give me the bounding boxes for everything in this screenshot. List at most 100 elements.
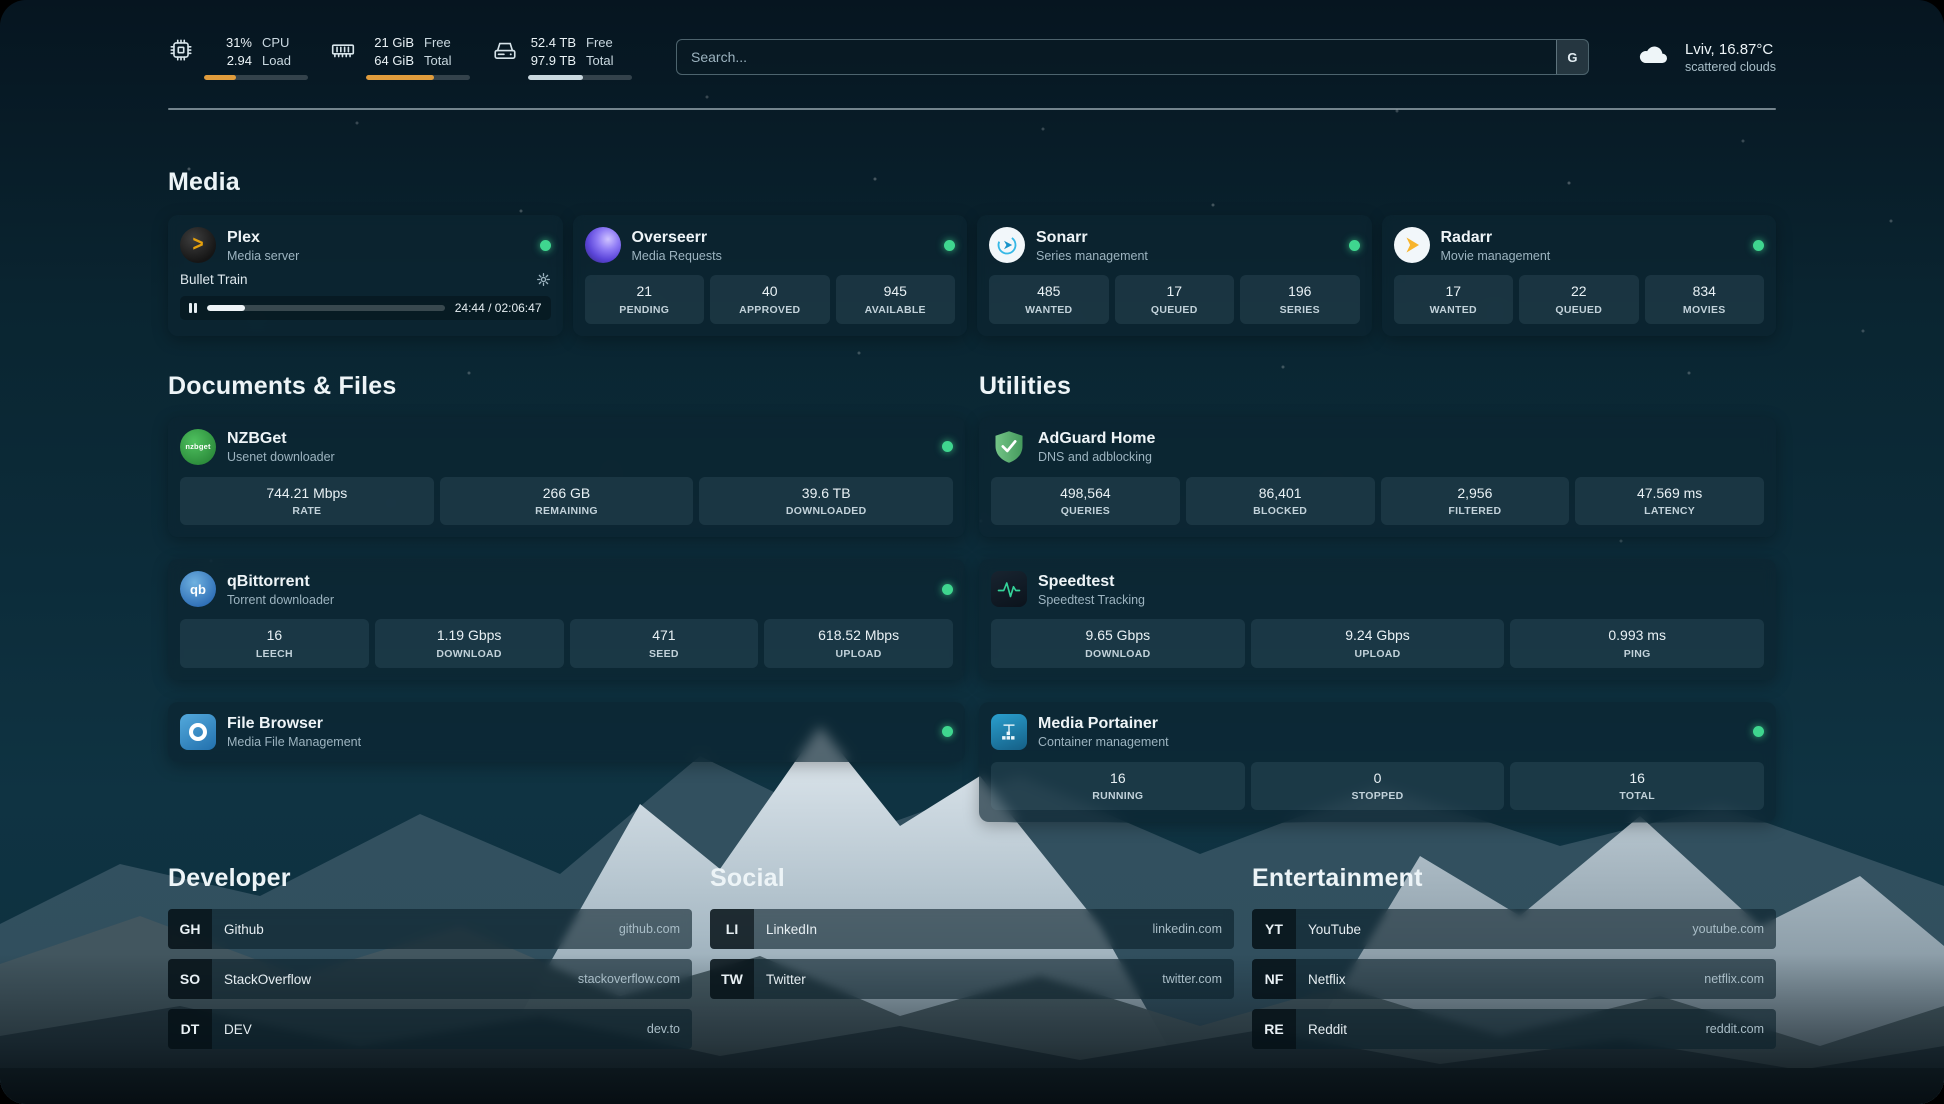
status-dot <box>1753 240 1764 251</box>
stat-tile: 16 LEECH <box>180 619 369 668</box>
stat-value: 498,564 <box>995 485 1176 503</box>
qbittorrent-icon: qb <box>180 571 216 607</box>
ram-total-label: Total <box>424 52 451 70</box>
card-adguard[interactable]: AdGuard Home DNS and adblocking 498,564 … <box>979 417 1776 538</box>
stat-label: SEED <box>574 648 755 660</box>
bookmark-reddit[interactable]: RE Reddit reddit.com <box>1252 1009 1776 1049</box>
stat-label: QUEUED <box>1119 304 1231 316</box>
dev-icon: DT <box>168 1009 212 1049</box>
stat-value: 9.65 Gbps <box>995 627 1241 645</box>
card-qbittorrent[interactable]: qb qBittorrent Torrent downloader 16 LEE… <box>168 559 965 680</box>
weather-condition: scattered clouds <box>1685 60 1776 74</box>
stat-label: QUEUED <box>1523 304 1635 316</box>
service-title: Sonarr <box>1036 228 1148 247</box>
netflix-icon: NF <box>1252 959 1296 999</box>
bookmark-url: twitter.com <box>1162 972 1222 986</box>
bookmark-twitter[interactable]: TW Twitter twitter.com <box>710 959 1234 999</box>
bookmark-dev[interactable]: DT DEV dev.to <box>168 1009 692 1049</box>
stat-label: SERIES <box>1244 304 1356 316</box>
bookmark-group-entertainment: Entertainment YT YouTube youtube.com NF … <box>1252 864 1776 1059</box>
bookmark-linkedin[interactable]: LI LinkedIn linkedin.com <box>710 909 1234 949</box>
stat-label: APPROVED <box>714 304 826 316</box>
developer-section-title: Developer <box>168 864 692 893</box>
ram-icon <box>330 37 356 68</box>
stat-value: 22 <box>1523 283 1635 301</box>
pause-icon[interactable] <box>189 303 197 313</box>
service-subtitle: Usenet downloader <box>227 450 335 464</box>
card-speedtest[interactable]: Speedtest Speedtest Tracking 9.65 Gbps D… <box>979 559 1776 680</box>
reddit-icon: RE <box>1252 1009 1296 1049</box>
stat-value: 2,956 <box>1385 485 1566 503</box>
stat-tile: 40 APPROVED <box>710 275 830 324</box>
speedtest-icon <box>991 571 1027 607</box>
stat-tile: 266 GB REMAINING <box>440 477 694 526</box>
stat-label: DOWNLOADED <box>703 505 949 517</box>
playback-time: 24:44 / 02:06:47 <box>455 301 542 315</box>
cpu-label: CPU <box>262 34 291 52</box>
service-subtitle: Container management <box>1038 735 1169 749</box>
gear-icon[interactable] <box>536 272 551 287</box>
social-section-title: Social <box>710 864 1234 893</box>
service-subtitle: Media server <box>227 249 299 263</box>
service-title: Radarr <box>1441 228 1551 247</box>
stat-label: MOVIES <box>1649 304 1761 316</box>
bookmark-netflix[interactable]: NF Netflix netflix.com <box>1252 959 1776 999</box>
card-sonarr[interactable]: Sonarr Series management 485 WANTED 17 Q… <box>977 215 1372 336</box>
bookmark-url: reddit.com <box>1706 1022 1764 1036</box>
stat-label: DOWNLOAD <box>995 648 1241 660</box>
portainer-icon <box>991 714 1027 750</box>
bookmark-name: LinkedIn <box>766 922 817 937</box>
stat-label: DOWNLOAD <box>379 648 560 660</box>
github-icon: GH <box>168 909 212 949</box>
card-filebrowser[interactable]: File Browser Media File Management <box>168 702 965 762</box>
card-nzbget[interactable]: nzbget NZBGet Usenet downloader 744.21 M… <box>168 417 965 538</box>
status-dot <box>1349 240 1360 251</box>
status-dot <box>942 584 953 595</box>
adguard-icon <box>991 429 1027 465</box>
playback-progress[interactable] <box>207 305 445 311</box>
card-overseerr[interactable]: Overseerr Media Requests 21 PENDING 40 A… <box>573 215 968 336</box>
search-engine-button[interactable]: G <box>1556 40 1588 74</box>
stat-tile: 86,401 BLOCKED <box>1186 477 1375 526</box>
ram-total-value: 64 GiB <box>366 52 414 70</box>
stat-tile: 9.65 Gbps DOWNLOAD <box>991 619 1245 668</box>
stat-value: 945 <box>840 283 952 301</box>
cpu-icon <box>168 37 194 68</box>
stat-tile: 47.569 ms LATENCY <box>1575 477 1764 526</box>
cpu-progress-bar <box>204 75 308 80</box>
stat-value: 471 <box>574 627 755 645</box>
plex-player-bar[interactable]: 24:44 / 02:06:47 <box>180 296 551 320</box>
ram-free-label: Free <box>424 34 451 52</box>
bookmark-youtube[interactable]: YT YouTube youtube.com <box>1252 909 1776 949</box>
bookmark-github[interactable]: GH Github github.com <box>168 909 692 949</box>
bookmark-name: DEV <box>224 1022 252 1037</box>
cpu-load-label: Load <box>262 52 291 70</box>
stat-tile: 1.19 Gbps DOWNLOAD <box>375 619 564 668</box>
bookmark-stackoverflow[interactable]: SO StackOverflow stackoverflow.com <box>168 959 692 999</box>
card-portainer[interactable]: Media Portainer Container management 16 … <box>979 702 1776 823</box>
stat-label: FILTERED <box>1385 505 1566 517</box>
stat-tile: 16 RUNNING <box>991 762 1245 811</box>
now-playing-title: Bullet Train <box>180 272 248 287</box>
service-title: qBittorrent <box>227 572 334 591</box>
stat-value: 834 <box>1649 283 1761 301</box>
bookmark-url: youtube.com <box>1692 922 1764 936</box>
cloud-icon <box>1633 39 1673 76</box>
card-radarr[interactable]: Radarr Movie management 17 WANTED 22 QUE… <box>1382 215 1777 336</box>
filebrowser-icon <box>180 714 216 750</box>
bookmark-url: dev.to <box>647 1022 680 1036</box>
stat-tile: 744.21 Mbps RATE <box>180 477 434 526</box>
status-dot <box>540 240 551 251</box>
stat-value: 16 <box>1514 770 1760 788</box>
weather-widget: Lviv, 16.87°C scattered clouds <box>1633 39 1776 76</box>
disk-free-label: Free <box>586 34 613 52</box>
search-bar: G <box>676 39 1589 75</box>
stat-label: TOTAL <box>1514 790 1760 802</box>
search-input[interactable] <box>676 39 1589 75</box>
bookmark-name: Github <box>224 922 264 937</box>
service-subtitle: Series management <box>1036 249 1148 263</box>
service-title: NZBGet <box>227 429 335 448</box>
service-title: Plex <box>227 228 299 247</box>
stat-tile: 17 QUEUED <box>1115 275 1235 324</box>
card-plex[interactable]: > Plex Media server Bullet Train <box>168 215 563 336</box>
